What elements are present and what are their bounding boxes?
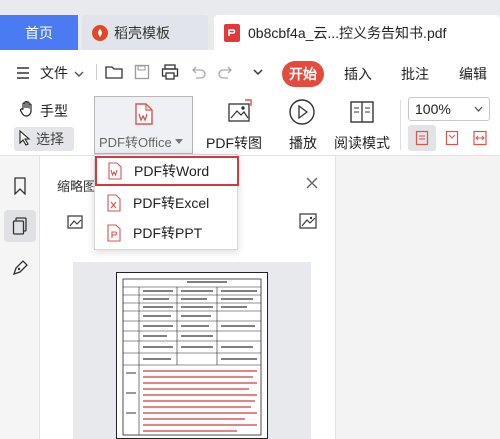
- document-text-lines: [122, 278, 262, 436]
- zoom-value: 100%: [415, 101, 451, 117]
- pdf-to-office-dropdown: PDF转Word PDF转Excel PDF转PPT: [94, 154, 239, 250]
- image-small-icon[interactable]: [67, 215, 83, 232]
- docer-logo-icon: [92, 24, 108, 41]
- page-thumbnail[interactable]: [116, 272, 268, 439]
- fit-page-button[interactable]: [440, 125, 464, 151]
- tab-template-label: 稻壳模板: [114, 24, 170, 41]
- redo-icon[interactable]: [215, 61, 237, 83]
- chevron-down-icon: [74, 65, 84, 81]
- file-menu-label: 文件: [40, 65, 68, 81]
- tab-document-label: 0b8cbf4a_云...控义务告知书.pdf: [248, 24, 447, 41]
- menu-item-label: PDF转PPT: [133, 225, 203, 241]
- play-icon: [288, 98, 316, 129]
- pdf-to-office-label-wrap: PDF转Office: [99, 132, 183, 151]
- pdf-to-office-icon: [131, 101, 157, 130]
- tab-bar: 首页 稻壳模板 0b8cbf4a_云...控义务告知书.pdf: [0, 0, 500, 50]
- pdf-to-office-label: PDF转Office: [99, 135, 172, 150]
- single-page-view-button[interactable]: [408, 125, 436, 151]
- tab-home[interactable]: 首页: [0, 15, 78, 50]
- menu-insert[interactable]: 插入: [344, 64, 372, 84]
- menu-start-label: 开始: [289, 66, 317, 82]
- select-tool-label: 选择: [36, 131, 64, 147]
- close-icon[interactable]: [306, 176, 318, 192]
- thumbnail-panel-icon[interactable]: [4, 210, 36, 242]
- menu-annotate[interactable]: 批注: [401, 64, 429, 84]
- image-large-icon[interactable]: [299, 213, 317, 232]
- fit-width-button[interactable]: [468, 125, 492, 151]
- hamburger-icon: [12, 62, 34, 84]
- save-icon[interactable]: [131, 61, 153, 83]
- tab-document[interactable]: 0b8cbf4a_云...控义务告知书.pdf: [214, 15, 500, 50]
- chevron-down-icon: [474, 106, 483, 112]
- divider: [96, 64, 97, 80]
- hand-tool-label: 手型: [40, 102, 68, 119]
- ppt-convert-icon: [105, 224, 123, 242]
- more-chevron-icon[interactable]: [247, 61, 269, 83]
- pdf-file-icon: [224, 23, 240, 42]
- pdf-to-image-button[interactable]: PDF转图片: [206, 98, 274, 171]
- select-tool[interactable]: 选择: [14, 127, 74, 151]
- menu-bar: 文件 插入 批注 编辑: [0, 50, 500, 94]
- word-convert-icon: [106, 162, 124, 180]
- menu-item-label: PDF转Word: [134, 163, 210, 179]
- read-mode-button[interactable]: 阅读模式: [334, 98, 392, 152]
- menu-start[interactable]: 开始: [282, 61, 324, 87]
- open-folder-icon[interactable]: [103, 61, 125, 83]
- zoom-select[interactable]: 100%: [408, 97, 490, 121]
- file-menu[interactable]: 文件: [12, 62, 84, 84]
- read-mode-label: 阅读模式: [334, 135, 390, 151]
- document-view: [336, 156, 500, 439]
- menu-item-pdf-to-ppt[interactable]: PDF转PPT: [96, 218, 236, 248]
- hand-tool[interactable]: 手型: [18, 100, 68, 121]
- left-rail: [0, 156, 40, 439]
- undo-icon[interactable]: [187, 61, 209, 83]
- bookmark-icon[interactable]: [4, 170, 36, 202]
- caret-down-icon: [174, 138, 183, 144]
- tab-template[interactable]: 稻壳模板: [82, 15, 208, 50]
- excel-convert-icon: [105, 194, 123, 212]
- single-page-icon: [415, 130, 429, 146]
- fit-page-icon: [445, 130, 459, 146]
- thumbnail-panel-title: 缩略图: [57, 179, 97, 194]
- play-button[interactable]: 播放: [286, 98, 320, 152]
- print-icon[interactable]: [159, 61, 181, 83]
- menu-item-pdf-to-excel[interactable]: PDF转Excel: [96, 188, 236, 218]
- pdf-to-office-button[interactable]: PDF转Office: [94, 96, 193, 154]
- image-convert-icon: [227, 98, 253, 127]
- menu-edit[interactable]: 编辑: [459, 64, 487, 84]
- play-label: 播放: [289, 135, 317, 151]
- fit-width-icon: [473, 130, 487, 146]
- book-icon: [348, 98, 376, 129]
- divider: [400, 100, 401, 150]
- cursor-arrow-icon: [18, 129, 32, 149]
- menu-item-label: PDF转Excel: [133, 195, 210, 211]
- annotation-pen-icon[interactable]: [4, 252, 36, 284]
- hand-icon: [18, 100, 36, 121]
- menu-item-pdf-to-word[interactable]: PDF转Word: [95, 156, 239, 186]
- tab-home-label: 首页: [25, 24, 53, 41]
